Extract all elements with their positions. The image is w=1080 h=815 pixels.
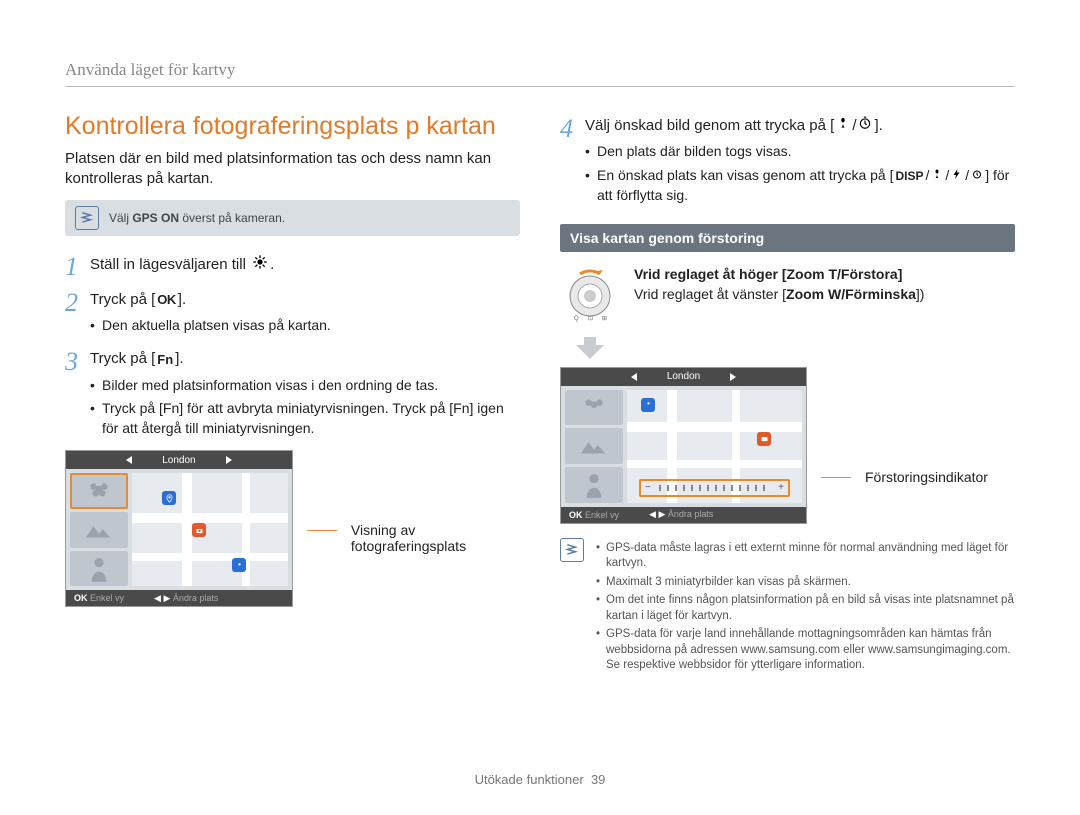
left-column: Kontrollera fotograferingsplats p kartan… [65, 112, 520, 677]
step3-bullet: Bilder med platsinformation visas i den … [90, 376, 520, 396]
step4-bullet: En önskad plats kan visas genom att tryc… [585, 166, 1015, 206]
gps-pin-icon [232, 558, 246, 572]
step-4: 4 Välj önskad bild genom att trycka på [… [560, 116, 1015, 210]
thumbnail-strip [70, 473, 128, 586]
running-head: Använda läget för kartvy [65, 60, 1015, 87]
page-footer: Utökade funktioner 39 [0, 772, 1080, 787]
note-icon [75, 206, 99, 230]
disp-label: DISP [896, 168, 924, 185]
screenshot-block-left: London [65, 450, 520, 607]
arrow-down-icon [560, 337, 620, 359]
map-area [132, 473, 288, 586]
notes-block: GPS-data måste lagras i ett externt minn… [560, 538, 1015, 677]
step-number: 3 [65, 349, 78, 442]
notes-item: Om det inte finns någon platsinformation… [596, 593, 1015, 624]
svg-text:⊞: ⊞ [602, 316, 607, 322]
zoom-dial-row: Q ⊡ ⊞ Vrid reglaget åt höger [Zoom T/För… [560, 264, 1015, 329]
step4-bullet: Den plats där bilden togs visas. [585, 142, 1015, 162]
notes-item: Maximalt 3 miniatyrbilder kan visas på s… [596, 575, 1015, 591]
right-column: 4 Välj önskad bild genom att trycka på [… [560, 112, 1015, 677]
step-number: 2 [65, 290, 78, 340]
screenshot-block-right: London [560, 367, 1015, 524]
step-body: Välj önskad bild genom att trycka på [/]… [585, 116, 1015, 210]
nav-right-icon [730, 373, 736, 381]
callout-label: Visning av fotograferingsplats [351, 522, 520, 554]
flash-icon [951, 166, 963, 186]
section-heading: Visa kartan genom förstoring [560, 224, 1015, 252]
nav-right-icon [226, 456, 232, 464]
thumbnail [565, 467, 623, 503]
camera-screenshot: London [560, 367, 807, 524]
screenshot-bottom-bar: OK Enkel vy ◀ ▶ Ändra plats [66, 590, 292, 606]
thumbnail-selected [70, 473, 128, 509]
screenshot-title-bar: London [561, 368, 806, 386]
note-text: Välj GPS ON överst på kameran. [109, 211, 285, 225]
step3-bullet: Tryck på [Fn] för att avbryta miniatyrvi… [90, 399, 520, 438]
zoom-indicator: − + [639, 479, 790, 497]
svg-text:⊡: ⊡ [588, 316, 593, 322]
thumbnail-strip [565, 390, 623, 503]
callout-label: Förstoringsindikator [865, 469, 988, 485]
ok-button-label: OK [157, 291, 176, 309]
step-body: Tryck på [Fn]. Bilder med platsinformati… [90, 349, 520, 442]
camera-screenshot: London [65, 450, 293, 607]
zoom-dial-icon: Q ⊡ ⊞ [560, 264, 620, 329]
gps-pin-icon [641, 398, 655, 412]
gps-pin-icon [162, 491, 176, 505]
camera-pin-icon [757, 432, 771, 446]
step-number: 1 [65, 254, 78, 280]
intro-text: Platsen där en bild med platsinformation… [65, 149, 520, 190]
zoom-dial-text: Vrid reglaget åt höger [Zoom T/Förstora]… [634, 264, 924, 305]
thumbnail [70, 512, 128, 548]
timer-icon [858, 116, 872, 136]
step2-bullet: Den aktuella platsen visas på kartan. [90, 316, 520, 336]
map-area: − + [627, 390, 802, 503]
thumbnail [565, 390, 623, 426]
step-number: 4 [560, 116, 573, 210]
macro-icon [836, 116, 850, 136]
note-box-gps-on: Välj GPS ON överst på kameran. [65, 200, 520, 236]
callout-leader [821, 477, 851, 478]
callout-leader [307, 530, 337, 531]
svg-text:Q: Q [574, 316, 579, 322]
step-body: Tryck på [OK]. Den aktuella platsen visa… [90, 290, 520, 340]
nav-left-icon [126, 456, 132, 464]
macro-icon [931, 166, 943, 186]
page-title: Kontrollera fotograferingsplats p kartan [65, 112, 520, 141]
thumbnail [565, 428, 623, 464]
fn-button-label: Fn [157, 351, 173, 369]
step-body: Ställ in lägesväljaren till . [90, 254, 520, 280]
camera-pin-icon [192, 523, 206, 537]
thumbnail [70, 551, 128, 587]
notes-item: GPS-data måste lagras i ett externt minn… [596, 541, 1015, 572]
note-icon [560, 538, 584, 562]
screenshot-bottom-bar: OK Enkel vy ◀ ▶ Ändra plats [561, 507, 806, 523]
notes-item: GPS-data för varje land innehållande mot… [596, 627, 1015, 674]
step-2: 2 Tryck på [OK]. Den aktuella platsen vi… [65, 290, 520, 340]
step-1: 1 Ställ in lägesväljaren till . [65, 254, 520, 280]
screenshot-title-bar: London [66, 451, 292, 469]
mode-dial-icon [252, 254, 268, 276]
step-3: 3 Tryck på [Fn]. Bilder med platsinforma… [65, 349, 520, 442]
nav-left-icon [631, 373, 637, 381]
timer-icon [971, 166, 983, 186]
